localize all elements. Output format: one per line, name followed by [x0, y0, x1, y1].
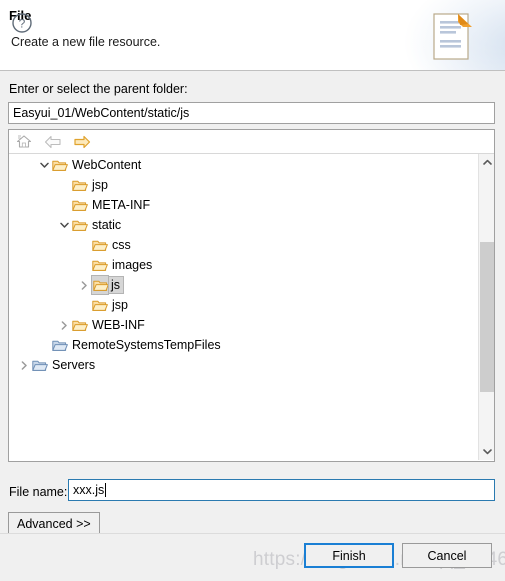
tree-item-web-inf[interactable]: WEB-INF	[9, 315, 478, 335]
home-icon[interactable]	[14, 132, 34, 151]
tree-item-jsp[interactable]: jsp	[9, 295, 478, 315]
tree-item-label: js	[108, 276, 125, 294]
tree-item-webcontent[interactable]: WebContent	[9, 155, 478, 175]
file-name-input[interactable]: xxx.js	[68, 479, 495, 501]
tree-item-label: WEB-INF	[92, 318, 145, 332]
header-gradient-decoration	[325, 0, 505, 70]
tree-item-label: css	[112, 238, 131, 252]
tree-scroll-area: WebContent jsp META-INF static css images js js…	[9, 154, 494, 460]
tree-twisty-right-icon[interactable]	[77, 275, 91, 295]
tree-twisty-spacer	[57, 195, 71, 215]
tree-twisty-spacer	[77, 235, 91, 255]
tree-item-images[interactable]: images	[9, 255, 478, 275]
folder-icon	[71, 195, 89, 215]
tree-vertical-scrollbar[interactable]	[478, 154, 494, 460]
scroll-down-arrow[interactable]	[479, 443, 494, 460]
tree-item-label: images	[112, 258, 153, 272]
folder-icon	[91, 255, 109, 275]
tree-item-meta-inf[interactable]: META-INF	[9, 195, 478, 215]
scroll-up-arrow[interactable]	[479, 154, 494, 171]
back-arrow-icon[interactable]	[43, 132, 63, 151]
tree-item-remotesystemstempfiles[interactable]: RemoteSystemsTempFiles	[9, 335, 478, 355]
tree-item-label: Servers	[52, 358, 96, 372]
parent-folder-input[interactable]	[8, 102, 495, 124]
file-name-value: xxx.js	[73, 482, 105, 497]
tree-item-label: jsp	[112, 298, 128, 312]
file-name-label: File name:	[9, 485, 68, 499]
tree-twisty-spacer	[57, 175, 71, 195]
tree-item-label: jsp	[92, 178, 108, 192]
tree-item-js[interactable]: js	[9, 275, 478, 295]
tree-item-label: WebContent	[72, 158, 142, 172]
tree-twisty-right-icon[interactable]	[17, 355, 31, 375]
folder-icon	[91, 275, 109, 295]
parent-folder-label: Enter or select the parent folder:	[9, 82, 188, 96]
tree-rows-container: WebContent jsp META-INF static css images js js…	[9, 155, 478, 375]
dialog-header: File Create a new file resource.	[0, 0, 505, 71]
folder-icon	[71, 315, 89, 335]
folder-icon	[71, 215, 89, 235]
scrollbar-thumb[interactable]	[480, 242, 494, 392]
tree-twisty-down-icon[interactable]	[37, 155, 51, 175]
tree-twisty-spacer	[77, 295, 91, 315]
finish-button[interactable]: Finish	[304, 543, 394, 568]
folder-icon	[31, 355, 49, 375]
forward-arrow-icon[interactable]	[72, 132, 92, 151]
tree-twisty-spacer	[77, 255, 91, 275]
tree-item-label: RemoteSystemsTempFiles	[72, 338, 221, 352]
tree-item-css[interactable]: css	[9, 235, 478, 255]
tree-twisty-down-icon[interactable]	[57, 215, 71, 235]
cancel-button[interactable]: Cancel	[402, 543, 492, 568]
tree-twisty-right-icon[interactable]	[57, 315, 71, 335]
folder-tree-panel: WebContent jsp META-INF static css images js js…	[8, 129, 495, 462]
tree-item-label: static	[92, 218, 122, 232]
tree-item-jsp[interactable]: jsp	[9, 175, 478, 195]
text-caret	[105, 483, 107, 497]
tree-item-label: META-INF	[92, 198, 151, 212]
folder-icon	[71, 175, 89, 195]
page-subtitle: Create a new file resource.	[11, 35, 161, 49]
tree-toolbar	[9, 130, 494, 154]
tree-item-servers[interactable]: Servers	[9, 355, 478, 375]
svg-text:?: ?	[19, 17, 26, 31]
dialog-body: Enter or select the parent folder: Easyu…	[0, 71, 505, 536]
folder-icon	[51, 335, 69, 355]
folder-icon	[91, 295, 109, 315]
new-file-dialog: File Create a new file resource. Enter o…	[0, 0, 505, 581]
new-file-document-icon	[430, 12, 474, 62]
tree-item-static[interactable]: static	[9, 215, 478, 235]
help-icon[interactable]: ?	[11, 12, 33, 34]
folder-icon	[91, 235, 109, 255]
folder-icon	[51, 155, 69, 175]
tree-twisty-spacer	[37, 335, 51, 355]
